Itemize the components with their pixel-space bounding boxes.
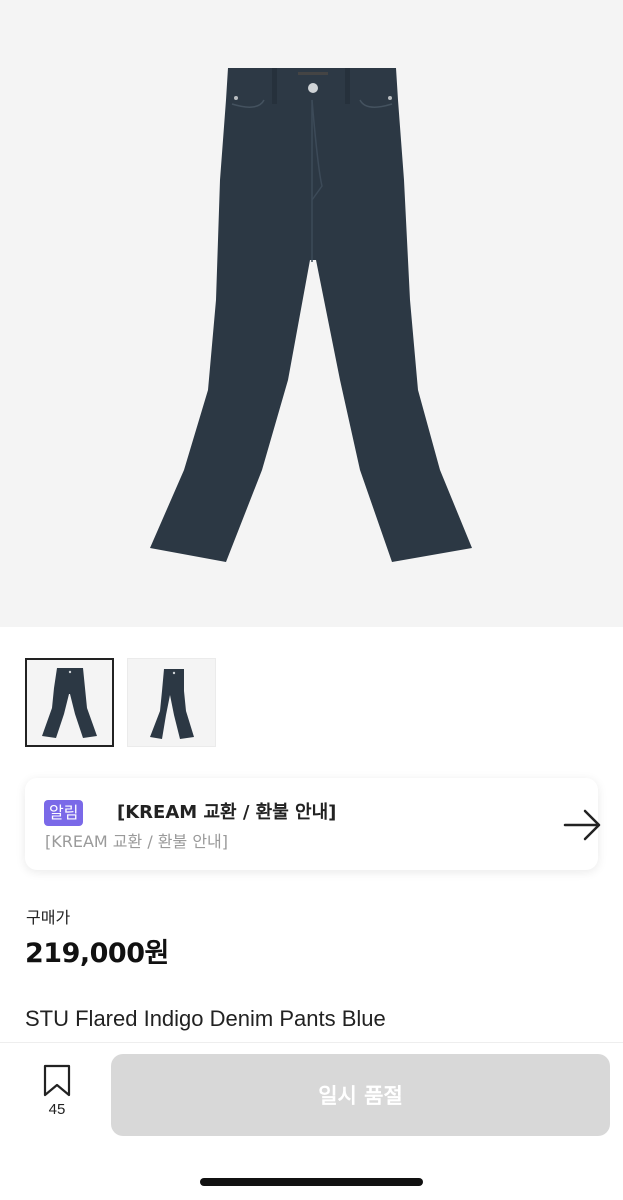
home-indicator[interactable] — [200, 1178, 423, 1186]
price-label: 구매가 — [26, 908, 71, 927]
product-main-image[interactable] — [0, 0, 623, 627]
pants-thumbnail-icon — [42, 668, 97, 738]
notice-subtitle: [KREAM 교환 / 환불 안내] — [45, 832, 229, 851]
bookmark-icon — [43, 1064, 71, 1097]
notice-title: [KREAM 교환 / 환불 안내] — [117, 802, 337, 823]
thumbnail-side[interactable] — [127, 658, 216, 747]
wishlist-count: 45 — [48, 1101, 66, 1118]
thumbnail-front[interactable] — [25, 658, 114, 747]
sold-out-button[interactable]: 일시 품절 — [111, 1054, 610, 1136]
thumbnail-strip — [25, 658, 216, 747]
pants-side-thumbnail-icon — [150, 669, 194, 739]
notice-banner[interactable]: 알림 [KREAM 교환 / 환불 안내] [KREAM 교환 / 환불 안내] — [25, 778, 601, 870]
product-name: STU Flared Indigo Denim Pants Blue — [25, 1006, 386, 1031]
denim-pants-illustration — [150, 68, 472, 562]
notice-badge: 알림 — [44, 800, 84, 826]
price-value: 219,000원 — [25, 938, 169, 969]
wishlist-button[interactable]: 45 — [36, 1064, 78, 1118]
arrow-right-icon[interactable] — [563, 808, 603, 842]
